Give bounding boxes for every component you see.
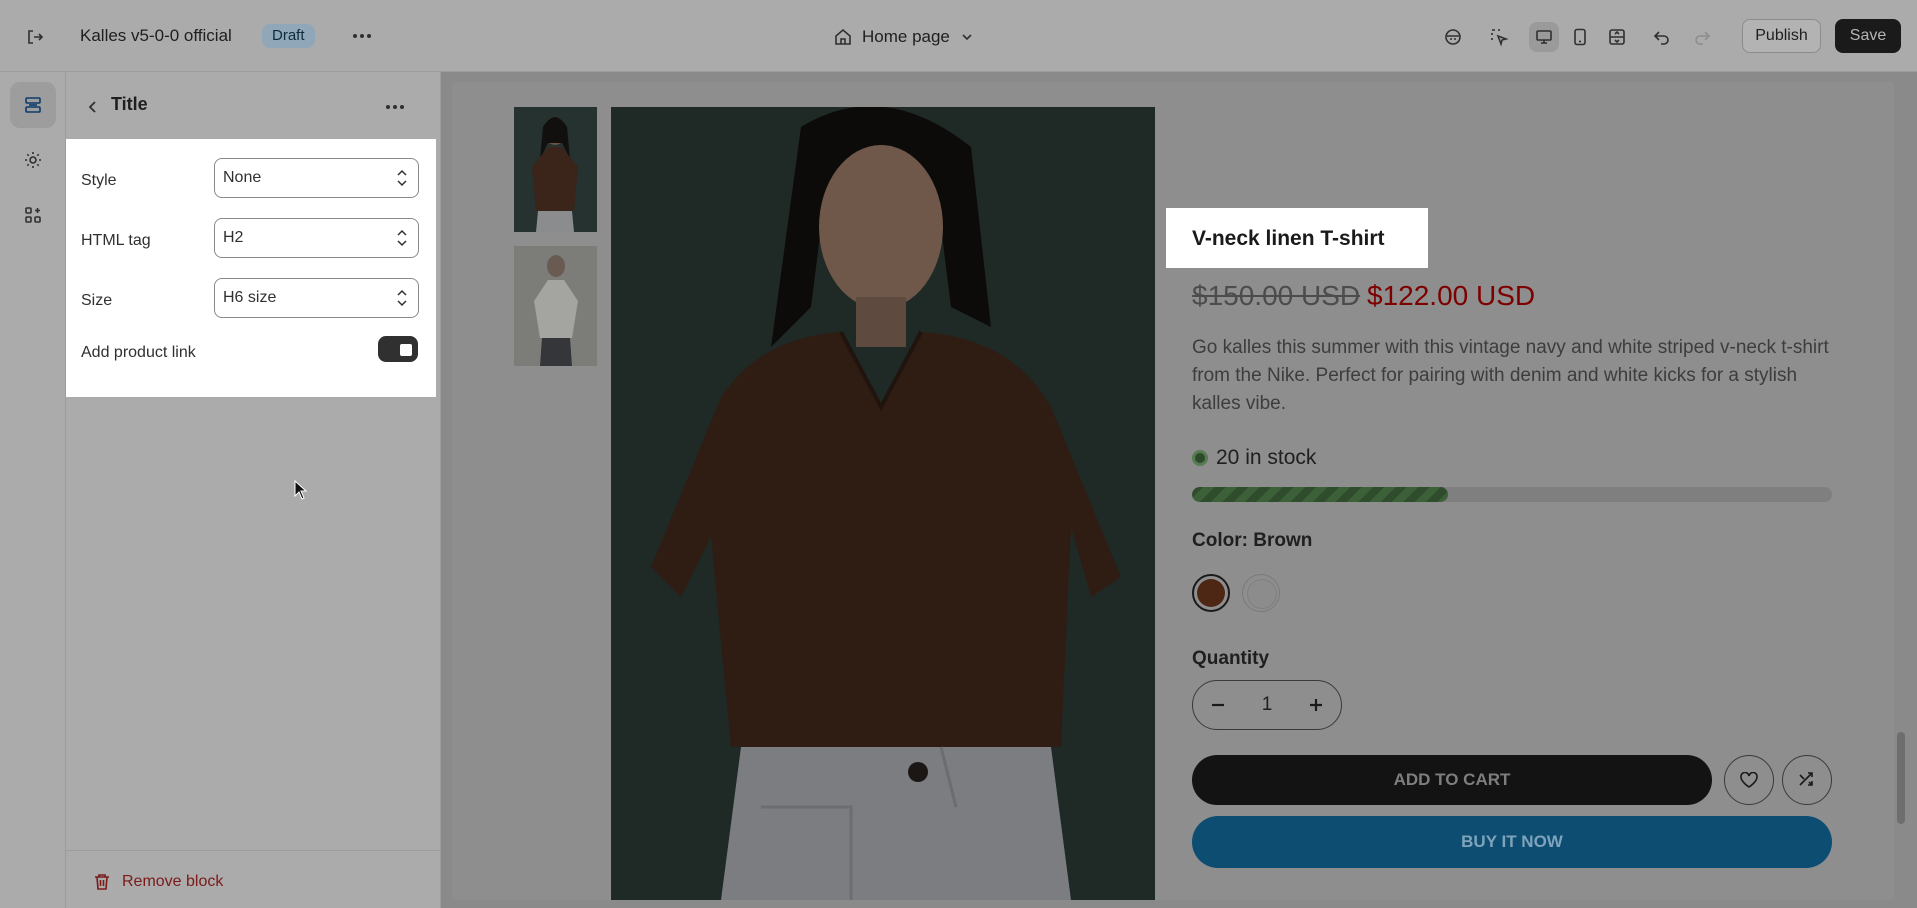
- gear-icon[interactable]: [10, 137, 56, 183]
- product-title-block[interactable]: V-neck linen T-shirt: [1166, 208, 1428, 268]
- product-description: Go kalles this summer with this vintage …: [1192, 337, 1829, 414]
- publish-button[interactable]: Publish: [1742, 19, 1821, 53]
- trash-icon: [95, 874, 109, 890]
- product-title: V-neck linen T-shirt: [1192, 227, 1385, 250]
- quantity-stepper: 1: [1192, 680, 1342, 730]
- top-bar: Kalles v5-0-0 official Draft Home page P…: [0, 0, 1917, 72]
- style-select[interactable]: None: [214, 158, 419, 198]
- html-tag-select[interactable]: H2: [214, 218, 419, 258]
- panel-title: Title: [111, 94, 148, 114]
- select-arrows-icon: [397, 169, 407, 187]
- stock-progress-fill: [1192, 487, 1448, 502]
- html-tag-label: HTML tag: [81, 232, 151, 249]
- home-icon: [835, 28, 851, 45]
- page-selector-label: Home page: [862, 27, 950, 46]
- apps-icon[interactable]: [10, 192, 56, 238]
- select-arrows-icon: [397, 289, 407, 307]
- plus-icon[interactable]: [1304, 693, 1328, 717]
- html-tag-select-value: H2: [223, 229, 244, 246]
- save-button[interactable]: Save: [1835, 19, 1901, 53]
- left-rail: [0, 72, 66, 908]
- undo-icon[interactable]: [1647, 22, 1677, 52]
- sale-price: $122.00 USD: [1367, 280, 1536, 311]
- mobile-view-icon[interactable]: [1565, 22, 1595, 52]
- page-selector[interactable]: Home page: [834, 22, 974, 52]
- block-settings-card: Style None HTML tag H2 Size H6 size Add …: [66, 139, 436, 397]
- back-arrow-icon[interactable]: [78, 92, 108, 122]
- redo-icon[interactable]: [1687, 22, 1717, 52]
- product-link-toggle[interactable]: [378, 336, 418, 362]
- remove-block-label: Remove block: [122, 873, 224, 890]
- store-name: Kalles v5-0-0 official: [80, 26, 232, 45]
- size-label: Size: [81, 292, 113, 309]
- quantity-label: Quantity: [1192, 648, 1270, 669]
- add-to-cart-button[interactable]: ADD TO CART: [1192, 755, 1712, 805]
- color-label: Color:: [1192, 530, 1248, 551]
- fullscreen-icon[interactable]: [1602, 22, 1632, 52]
- storefront-preview: V-neck linen T-shirt $150.00 USD $122.00…: [452, 82, 1894, 900]
- in-stock-indicator-icon: [1192, 450, 1208, 466]
- select-arrows-icon: [397, 229, 407, 247]
- select-cursor-icon[interactable]: [1484, 22, 1514, 52]
- chevron-down-icon: [962, 34, 972, 41]
- product-thumbnail-2[interactable]: [514, 246, 597, 366]
- mouse-cursor-icon: [294, 480, 308, 500]
- color-value: Brown: [1253, 530, 1313, 551]
- settings-panel: Title Style None HTML tag H2 Size H6 siz…: [66, 72, 441, 908]
- exit-icon[interactable]: [20, 22, 50, 52]
- style-label: Style: [81, 172, 117, 189]
- color-swatch-white[interactable]: [1242, 574, 1280, 612]
- stock-text: 20 in stock: [1216, 446, 1317, 469]
- size-select[interactable]: H6 size: [214, 278, 419, 318]
- product-main-image[interactable]: [611, 107, 1155, 900]
- stock-progress-bar: [1192, 487, 1832, 502]
- panel-footer: Remove block: [66, 850, 441, 908]
- compare-shuffle-icon[interactable]: [1782, 755, 1832, 805]
- status-badge: Draft: [262, 24, 315, 48]
- sections-icon[interactable]: [10, 82, 56, 128]
- toggle-knob: [400, 344, 412, 356]
- more-actions-icon[interactable]: [348, 22, 376, 50]
- style-select-value: None: [223, 169, 262, 186]
- more-actions-icon[interactable]: [380, 92, 410, 122]
- preview-scrollbar[interactable]: [1897, 732, 1905, 824]
- product-link-label: Add product link: [81, 344, 196, 361]
- desktop-view-icon[interactable]: [1529, 22, 1559, 52]
- product-thumbnail-1[interactable]: [514, 107, 597, 232]
- remove-block-button[interactable]: Remove block: [94, 873, 223, 891]
- wishlist-heart-icon[interactable]: [1724, 755, 1774, 805]
- color-option-label: Color: Brown: [1192, 530, 1312, 552]
- size-select-value: H6 size: [223, 289, 277, 306]
- color-swatch-brown[interactable]: [1192, 574, 1230, 612]
- inspector-icon[interactable]: [1438, 22, 1468, 52]
- buy-it-now-button[interactable]: BUY IT NOW: [1192, 816, 1832, 868]
- compare-at-price: $150.00 USD: [1192, 280, 1361, 311]
